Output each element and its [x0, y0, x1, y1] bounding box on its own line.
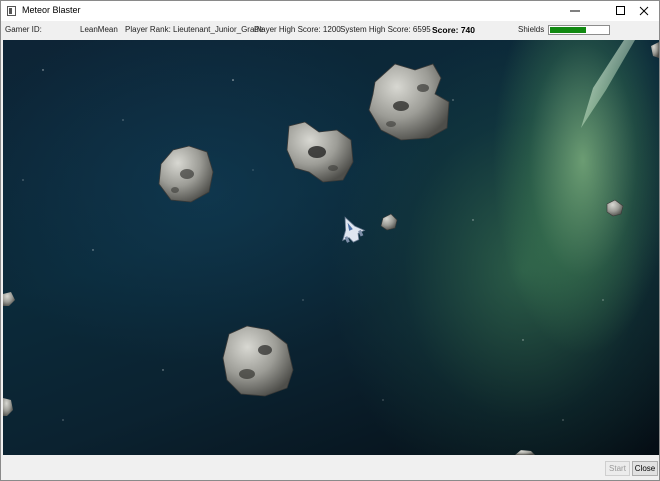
system-high-score: System High Score: 6595: [340, 25, 431, 34]
meteor-small-right: [606, 199, 624, 217]
close-window-button[interactable]: [629, 1, 659, 21]
start-button[interactable]: Start: [605, 461, 630, 476]
meteor-large-top: [368, 63, 450, 141]
shields-fill: [550, 27, 586, 33]
player-rank: Player Rank: Lieutenant_Junior_Grade: [125, 25, 264, 34]
minimize-icon: [570, 10, 580, 12]
footer-bar: Start Close: [1, 455, 659, 480]
gamer-id-value: LeanMean: [80, 25, 118, 34]
gamer-id-label: Gamer ID:: [5, 25, 42, 34]
game-canvas[interactable]: [3, 40, 659, 455]
space-field: [3, 40, 659, 455]
shields-bar: [548, 25, 610, 35]
minimize-button[interactable]: [560, 1, 590, 21]
meteor-edge-left: [3, 292, 15, 306]
player-high-score: Player High Score: 1200: [254, 25, 341, 34]
close-icon: [639, 6, 649, 16]
light-streak: [581, 40, 635, 128]
meteor-small-center: [380, 213, 398, 231]
meteor-edge-top-right: [651, 42, 659, 58]
maximize-icon: [616, 6, 625, 15]
stars: [22, 69, 604, 421]
meteor-edge-left-bottom: [3, 398, 13, 416]
player-ship: [342, 216, 366, 243]
app-icon: [7, 6, 16, 16]
title-bar[interactable]: Meteor Blaster: [1, 1, 659, 21]
meteor-large-bottom: [222, 325, 294, 397]
shields-label: Shields: [518, 25, 545, 34]
window-title: Meteor Blaster: [22, 5, 81, 15]
close-button[interactable]: Close: [632, 461, 658, 476]
game-window: Meteor Blaster Gamer ID: LeanMean Player…: [0, 0, 660, 481]
meteor-medium-left: [158, 145, 214, 203]
hud-bar: Gamer ID: LeanMean Player Rank: Lieutena…: [1, 21, 659, 40]
current-score: Score: 740: [432, 25, 475, 35]
meteor-medium-center: [286, 121, 354, 183]
